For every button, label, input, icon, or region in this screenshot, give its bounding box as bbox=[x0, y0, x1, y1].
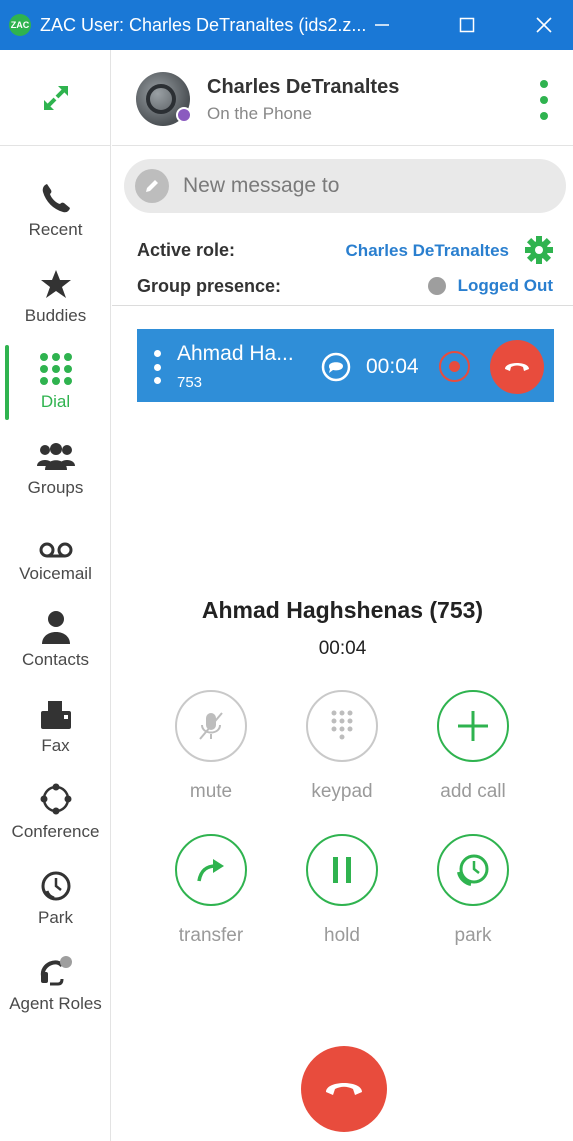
sidebar-item-buddies[interactable]: Buddies bbox=[0, 260, 111, 346]
sidebar-item-label: Groups bbox=[27, 478, 84, 497]
sidebar-item-voicemail[interactable]: Voicemail bbox=[0, 518, 111, 604]
sidebar-item-label: Conference bbox=[11, 822, 100, 841]
mute-button[interactable]: mute bbox=[156, 690, 266, 803]
user-header: Charles DeTranaltes On the Phone bbox=[112, 50, 573, 146]
hold-label: hold bbox=[324, 925, 360, 946]
call-timer: 00:04 bbox=[366, 355, 419, 378]
minimize-button[interactable] bbox=[352, 0, 412, 50]
active-role-label: Active role: bbox=[137, 240, 236, 260]
group-presence-label: Group presence: bbox=[137, 276, 282, 296]
expand-arrows-icon bbox=[43, 85, 68, 110]
pause-icon bbox=[333, 857, 351, 883]
record-button[interactable] bbox=[439, 351, 470, 382]
record-icon bbox=[449, 361, 460, 372]
group-presence-link[interactable]: Logged Out bbox=[458, 276, 553, 296]
add-call-button[interactable]: add call bbox=[418, 690, 528, 803]
call-menu-button[interactable] bbox=[153, 350, 161, 384]
presence-badge bbox=[176, 107, 192, 123]
sidebar-item-contacts[interactable]: Contacts bbox=[0, 604, 111, 690]
active-role-link[interactable]: Charles DeTranaltes bbox=[346, 241, 509, 261]
sidebar-item-conference[interactable]: Conference bbox=[0, 776, 111, 862]
plus-icon bbox=[458, 711, 488, 741]
minimize-icon bbox=[375, 24, 389, 26]
agent-headset-icon bbox=[40, 956, 72, 986]
sidebar-item-label: Contacts bbox=[21, 650, 90, 669]
add-call-label: add call bbox=[440, 781, 506, 802]
star-icon bbox=[40, 270, 71, 298]
transfer-label: transfer bbox=[178, 925, 244, 946]
maximize-button[interactable] bbox=[437, 0, 497, 50]
phone-icon bbox=[42, 184, 70, 213]
sidebar-item-park[interactable]: Park bbox=[0, 862, 111, 948]
hangup-icon bbox=[326, 1083, 362, 1095]
fax-icon bbox=[40, 701, 71, 729]
new-message-input[interactable]: New message to bbox=[124, 159, 566, 213]
hold-button[interactable]: hold bbox=[287, 834, 397, 947]
keypad-button[interactable]: keypad bbox=[287, 690, 397, 803]
role-panel: Active role: Charles DeTranaltes Group p… bbox=[112, 224, 573, 306]
sidebar-item-fax[interactable]: Fax bbox=[0, 690, 111, 776]
transfer-arrow-icon bbox=[197, 859, 224, 882]
dialpad-icon bbox=[39, 353, 72, 385]
close-icon bbox=[536, 17, 552, 33]
end-call-button[interactable] bbox=[301, 1046, 387, 1132]
park-button[interactable]: park bbox=[418, 834, 528, 947]
window-title: ZAC User: Charles DeTranaltes (ids2.z... bbox=[40, 14, 367, 35]
sidebar-item-label: Dial bbox=[40, 392, 71, 411]
conference-icon bbox=[40, 783, 71, 815]
call-party-extension: 753 bbox=[177, 374, 203, 391]
transfer-button[interactable]: transfer bbox=[156, 834, 266, 947]
sidebar-item-label: Fax bbox=[41, 736, 70, 755]
app-window: ZAC ZAC User: Charles DeTranaltes (ids2.… bbox=[0, 0, 573, 1141]
park-clock-icon bbox=[41, 871, 70, 901]
close-button[interactable] bbox=[514, 0, 573, 50]
mic-off-icon bbox=[199, 712, 223, 740]
call-duration: 00:04 bbox=[318, 638, 367, 659]
app-logo-icon: ZAC bbox=[9, 14, 31, 36]
keypad-icon bbox=[331, 710, 353, 740]
hangup-button[interactable] bbox=[490, 340, 544, 394]
keypad-label: keypad bbox=[311, 781, 373, 802]
presence-dot bbox=[428, 277, 446, 295]
chat-icon[interactable] bbox=[321, 352, 351, 382]
contact-icon bbox=[41, 611, 70, 644]
hangup-icon bbox=[505, 363, 529, 371]
active-call-row[interactable]: Ahmad Ha... 753 00:04 bbox=[137, 329, 554, 402]
sidebar-item-label: Agent Roles bbox=[9, 994, 102, 1013]
groups-icon bbox=[36, 443, 75, 470]
park-clock-icon bbox=[457, 854, 489, 886]
title-bar[interactable]: ZAC ZAC User: Charles DeTranaltes (ids2.… bbox=[0, 0, 573, 50]
sidebar-item-label: Recent bbox=[28, 220, 83, 239]
voicemail-icon bbox=[39, 542, 72, 558]
sidebar-item-label: Park bbox=[38, 908, 73, 927]
expand-button[interactable] bbox=[0, 50, 111, 146]
sidebar-item-groups[interactable]: Groups bbox=[0, 432, 111, 518]
call-party-name: Ahmad Ha... bbox=[177, 342, 294, 365]
user-status: On the Phone bbox=[207, 104, 312, 123]
more-menu-button[interactable] bbox=[538, 80, 550, 120]
callee-name: Ahmad Haghshenas (753) bbox=[201, 597, 484, 623]
maximize-icon bbox=[459, 17, 475, 33]
gear-icon[interactable] bbox=[524, 235, 554, 265]
sidebar-item-dial[interactable]: Dial bbox=[0, 346, 111, 432]
sidebar-item-label: Voicemail bbox=[19, 564, 92, 583]
sidebar-item-agent-roles[interactable]: Agent Roles bbox=[0, 948, 111, 1034]
new-message-placeholder: New message to bbox=[183, 174, 340, 197]
sidebar-item-label: Buddies bbox=[24, 306, 87, 325]
mute-label: mute bbox=[189, 781, 233, 802]
sidebar-item-recent[interactable]: Recent bbox=[0, 174, 111, 260]
user-name: Charles DeTranaltes bbox=[207, 76, 400, 98]
sidebar: Recent Buddies Dial Groups Voicemail Con… bbox=[0, 50, 111, 1141]
pencil-icon bbox=[135, 169, 169, 203]
park-label: park bbox=[454, 925, 492, 946]
